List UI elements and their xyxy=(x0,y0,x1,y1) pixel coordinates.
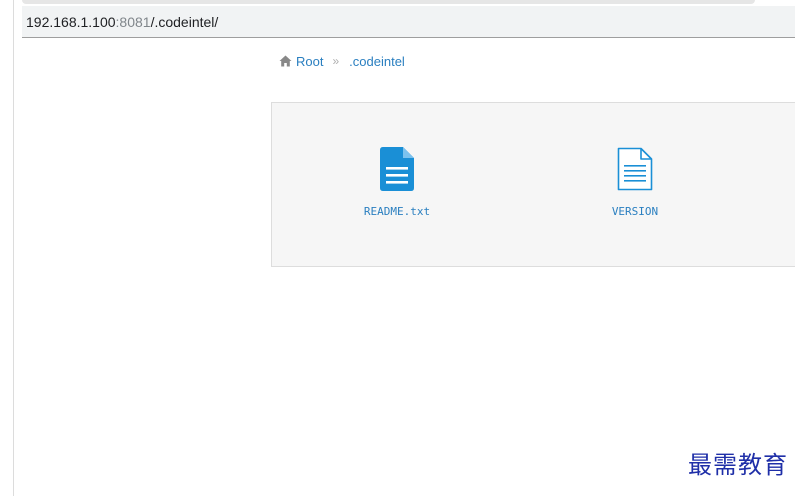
address-host: 192.168.1.100 xyxy=(26,13,116,30)
address-bar[interactable]: 192.168.1.100:8081/.codeintel/ xyxy=(22,6,795,38)
breadcrumb-root-link[interactable]: Root xyxy=(296,54,323,69)
address-port: :8081 xyxy=(115,13,151,30)
left-rail xyxy=(0,0,14,496)
file-listing-panel: README.txt VERSION xyxy=(271,102,795,267)
watermark-text: 最需教育 xyxy=(688,451,788,479)
breadcrumb: Root » .codeintel xyxy=(279,52,405,70)
file-name-label: VERSION xyxy=(611,205,659,218)
address-path: /.codeintel/ xyxy=(150,13,219,30)
file-name-label: README.txt xyxy=(363,205,431,218)
file-item-readme[interactable]: README.txt xyxy=(327,147,467,218)
breadcrumb-separator: » xyxy=(332,54,340,68)
text-file-filled-icon xyxy=(380,147,414,191)
browser-page: 192.168.1.100:8081/.codeintel/ Root » .c… xyxy=(0,0,795,496)
home-icon[interactable] xyxy=(279,55,292,67)
tab-strip-edge xyxy=(22,0,755,4)
breadcrumb-current-link[interactable]: .codeintel xyxy=(349,54,405,69)
file-item-version[interactable]: VERSION xyxy=(565,147,705,218)
text-file-outline-icon xyxy=(617,147,653,191)
